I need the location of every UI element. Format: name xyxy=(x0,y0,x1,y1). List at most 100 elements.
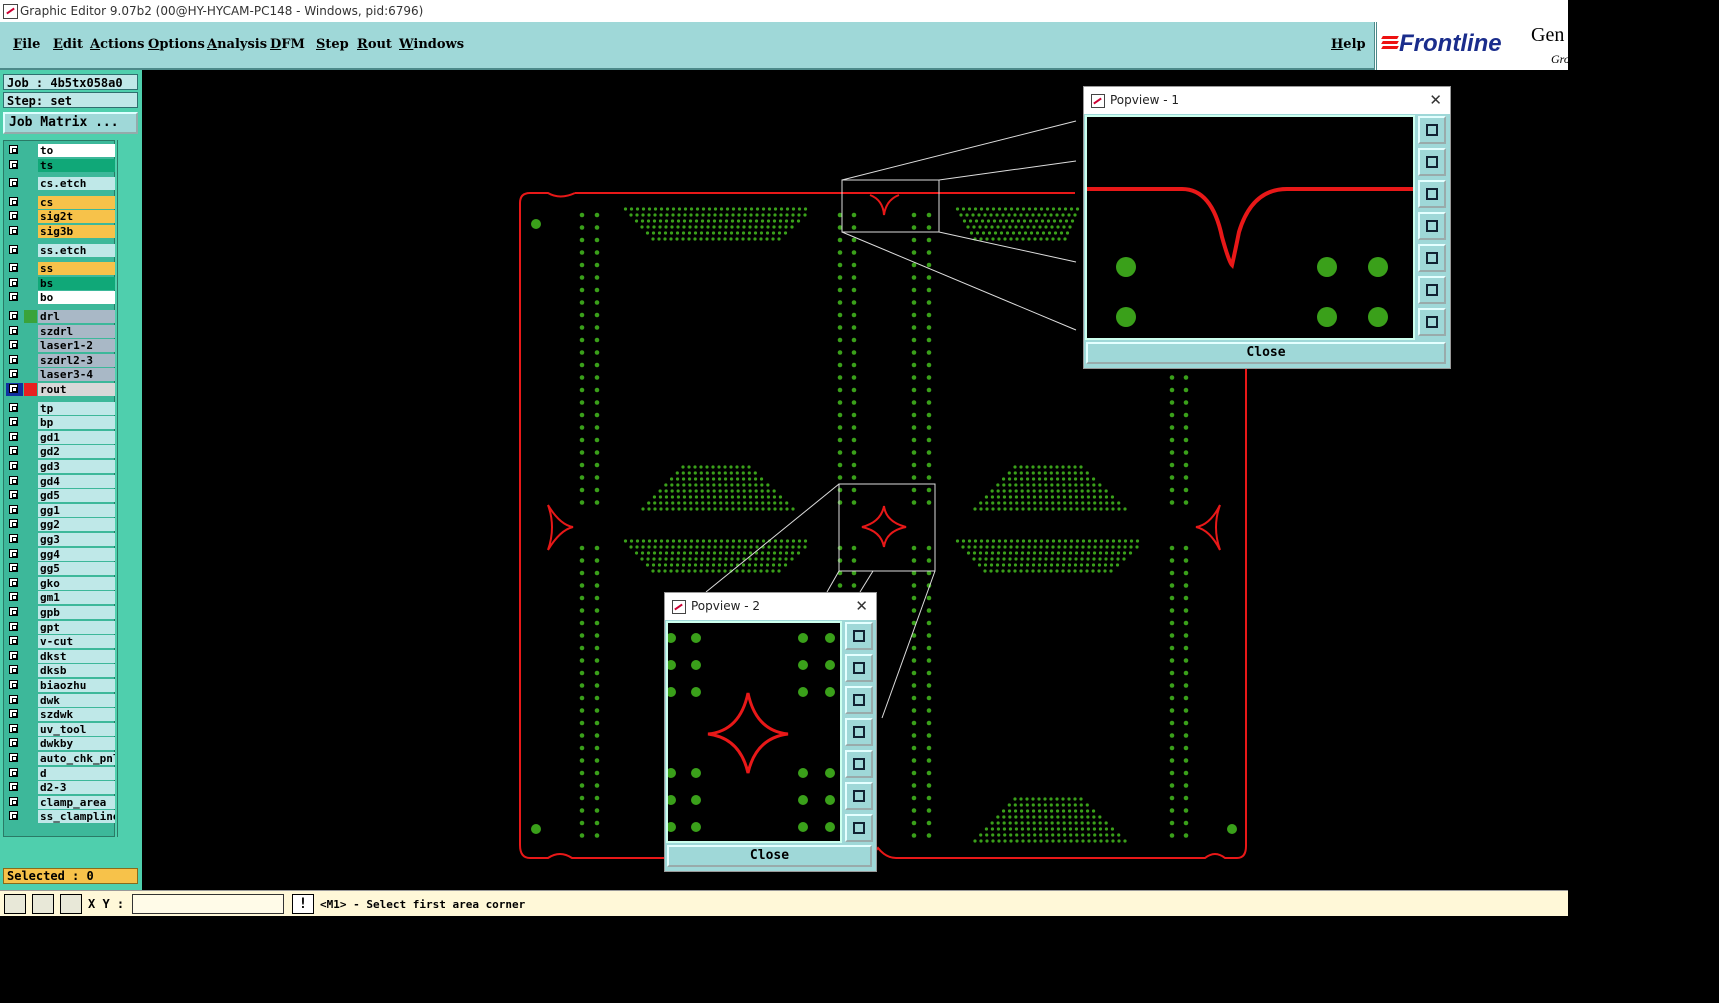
layer-row-gg5[interactable]: gg5 xyxy=(6,562,116,576)
layer-color-swatch[interactable] xyxy=(24,679,37,692)
layer-row-drl[interactable]: drl xyxy=(6,310,116,323)
layer-name[interactable]: dwkby xyxy=(38,737,115,751)
layer-color-swatch[interactable] xyxy=(24,177,37,191)
zoom-window-icon[interactable] xyxy=(1418,116,1446,144)
layer-color-swatch[interactable] xyxy=(24,489,37,503)
layer-checkbox[interactable] xyxy=(9,325,18,335)
popview-2-titlebar[interactable]: Popview - 2 ✕ xyxy=(665,593,876,620)
layer-checkbox[interactable] xyxy=(9,782,18,792)
layer-checkbox[interactable] xyxy=(9,490,18,500)
layer-name[interactable]: ss.etch xyxy=(38,243,115,257)
layer-name[interactable]: d2-3 xyxy=(38,781,115,795)
layer-row-gg4[interactable]: gg4 xyxy=(6,547,116,561)
menu-file[interactable]: File xyxy=(13,37,40,52)
layer-name[interactable]: auto_chk_pnl xyxy=(38,752,115,765)
layer-color-swatch[interactable] xyxy=(24,291,37,305)
layer-checkbox[interactable] xyxy=(9,665,18,675)
layer-name[interactable]: gg2 xyxy=(38,518,115,532)
pan-up-icon[interactable] xyxy=(1418,148,1446,176)
layer-checkbox[interactable] xyxy=(9,504,18,514)
layer-row-szdrl[interactable]: szdrl xyxy=(6,324,116,338)
layer-color-swatch[interactable] xyxy=(24,353,37,367)
popview-1-titlebar[interactable]: Popview - 1 ✕ xyxy=(1084,87,1450,114)
layer-checkbox[interactable] xyxy=(9,340,18,350)
popview-2-close-button[interactable]: Close xyxy=(667,845,872,867)
layer-name[interactable]: gd2 xyxy=(38,445,115,459)
layer-color-swatch[interactable] xyxy=(24,635,37,649)
layer-row-uv_tool[interactable]: uv_tool xyxy=(6,722,116,736)
popview-1-close-button[interactable]: Close xyxy=(1086,342,1446,364)
layer-checkbox[interactable] xyxy=(9,548,18,558)
menu-dfm[interactable]: DFM xyxy=(270,37,305,52)
layer-checkbox[interactable] xyxy=(9,196,18,206)
layer-color-swatch[interactable] xyxy=(24,503,37,517)
layer-row-gpb[interactable]: gpb xyxy=(6,606,116,619)
layer-name[interactable]: gg5 xyxy=(38,562,115,576)
layer-name[interactable]: bo xyxy=(38,291,115,305)
menu-edit[interactable]: Edit xyxy=(53,37,83,52)
layer-checkbox[interactable] xyxy=(9,354,18,364)
job-matrix-button[interactable]: Job Matrix ... xyxy=(3,112,138,134)
layer-name[interactable]: ss_clampline xyxy=(38,810,115,824)
layer-checkbox[interactable] xyxy=(9,159,18,169)
layer-checkbox[interactable] xyxy=(9,402,18,412)
layer-checkbox[interactable] xyxy=(9,753,18,762)
layer-row-dwk[interactable]: dwk xyxy=(6,693,116,707)
layer-color-swatch[interactable] xyxy=(24,460,37,473)
menu-options[interactable]: Options xyxy=(148,37,205,52)
layer-checkbox[interactable] xyxy=(9,738,18,748)
layer-color-swatch[interactable] xyxy=(24,225,37,238)
layer-color-swatch[interactable] xyxy=(24,810,37,824)
popview-2-view[interactable] xyxy=(666,621,842,843)
layer-color-swatch[interactable] xyxy=(24,276,37,290)
layer-row-bp[interactable]: bp xyxy=(6,416,116,430)
layer-checkbox[interactable] xyxy=(9,767,18,777)
layer-color-swatch[interactable] xyxy=(24,243,37,257)
layer-row-d[interactable]: d xyxy=(6,766,116,780)
layer-checkbox[interactable] xyxy=(9,592,18,602)
layer-checkbox[interactable] xyxy=(9,534,18,543)
layer-name[interactable]: gd1 xyxy=(38,430,115,444)
layer-color-swatch[interactable] xyxy=(24,158,37,172)
layer-checkbox[interactable] xyxy=(9,694,18,704)
layer-name[interactable]: to xyxy=(38,144,115,157)
layer-row-rout[interactable]: rout xyxy=(6,383,116,396)
layer-checkbox[interactable] xyxy=(9,369,18,379)
layer-color-swatch[interactable] xyxy=(24,576,37,590)
pan-down-icon[interactable] xyxy=(845,686,873,714)
layer-name[interactable]: laser3-4 xyxy=(38,368,115,382)
zoom-home-icon[interactable] xyxy=(1418,276,1446,304)
layer-checkbox[interactable] xyxy=(9,384,18,393)
layer-color-swatch[interactable] xyxy=(24,737,37,751)
layer-checkbox[interactable] xyxy=(9,292,18,302)
layer-color-swatch[interactable] xyxy=(24,533,37,546)
pan-left-icon[interactable] xyxy=(845,718,873,746)
layer-name[interactable]: gpb xyxy=(38,606,115,619)
layer-checkbox[interactable] xyxy=(9,519,18,529)
zoom-out-icon[interactable] xyxy=(1418,308,1446,336)
menu-windows[interactable]: Windows xyxy=(399,37,464,52)
layer-color-swatch[interactable] xyxy=(24,722,37,736)
layer-row-ss.etch[interactable]: ss.etch xyxy=(6,243,116,257)
layer-name[interactable]: gko xyxy=(38,576,115,590)
layer-color-swatch[interactable] xyxy=(24,649,37,663)
snap-icon[interactable] xyxy=(32,894,54,914)
layer-checkbox[interactable] xyxy=(9,226,18,235)
layer-row-gpt[interactable]: gpt xyxy=(6,620,116,634)
layer-color-swatch[interactable] xyxy=(24,562,37,576)
measure-icon[interactable] xyxy=(4,894,26,914)
close-icon[interactable]: ✕ xyxy=(855,593,868,620)
layer-color-swatch[interactable] xyxy=(24,445,37,459)
layer-row-auto_chk_pnl[interactable]: auto_chk_pnl xyxy=(6,752,116,765)
layer-row-sig3b[interactable]: sig3b xyxy=(6,225,116,238)
layer-color-swatch[interactable] xyxy=(24,795,37,809)
layer-name[interactable]: sig3b xyxy=(38,225,115,238)
layer-color-swatch[interactable] xyxy=(24,474,37,488)
layer-color-swatch[interactable] xyxy=(24,781,37,795)
layer-color-swatch[interactable] xyxy=(24,752,37,765)
layer-checkbox[interactable] xyxy=(9,563,18,573)
close-icon[interactable]: ✕ xyxy=(1429,87,1442,114)
menu-analysis[interactable]: Analysis xyxy=(207,37,267,52)
layer-name[interactable]: d xyxy=(38,766,115,780)
layer-checkbox[interactable] xyxy=(9,244,18,254)
